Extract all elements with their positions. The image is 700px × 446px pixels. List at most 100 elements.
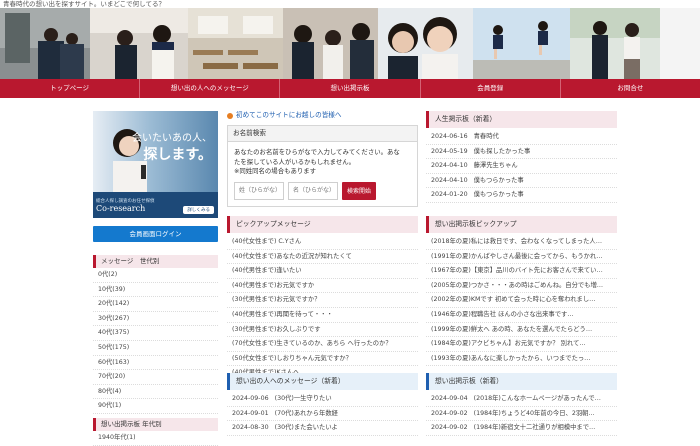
search-desc-line: ※同姓同名の場合もあります xyxy=(234,167,317,175)
item-title: (1984年)新宿文十二社通りが相模中まで… xyxy=(473,424,596,432)
recent-board-column: 人生掲示板（新着） 2024-06-16 青春時代 2024-05-19 僕も探した… xyxy=(426,111,617,203)
nav-register[interactable]: 会員登録 xyxy=(421,79,561,98)
banner-photo-classroom xyxy=(0,8,90,79)
pickup-board-list: (2018年の夏)私には救日です、会わなくなってしまった人… (1991年の夏)… xyxy=(426,235,617,367)
pickup-message-item[interactable]: (40代女性まで)あなたの近況が知れたくて xyxy=(227,250,418,265)
new-board-item[interactable]: 2024-09-02 (1984年)ちょうど40年前の今日、2羽朝… xyxy=(426,407,617,422)
nav-messages[interactable]: 想い出の人へのメッセージ xyxy=(140,79,281,98)
item-date: 2024-06-16 xyxy=(431,133,468,140)
pickup-message-item[interactable]: (30代男性まで)お元気ですか？ xyxy=(227,293,418,308)
pickup-message-item[interactable]: (50代女性まで)しおりちゃん元気ですか？ xyxy=(227,352,418,367)
ad-headline-1: 会いたいあの人、 xyxy=(132,133,212,144)
generation-item[interactable]: 10代(39) xyxy=(93,283,218,298)
item-title: (30代)一生守りたい xyxy=(274,395,332,402)
pickup-board-item[interactable]: (1946年の夏)程職告社 ほんの小さな出来事です… xyxy=(426,308,617,323)
search-desc-line: たを探している人がいるかもしれません。 xyxy=(234,157,356,166)
item-date: 2024-09-04 xyxy=(431,395,468,402)
new-board-item[interactable]: 2024-09-04 (2018年)こんなホームページがあったんで… xyxy=(426,392,617,407)
item-date: 2024-09-01 xyxy=(232,409,269,417)
pickup-board-item[interactable]: (1999年の夏)鮮太へ あの時、あなたを選んでたらどう… xyxy=(426,323,617,338)
pickup-message-item[interactable]: (40代男性まで)お元気ですか xyxy=(227,279,418,294)
ad-headline-2: 探します。 xyxy=(143,147,212,163)
new-message-item[interactable]: 2024-09-01 (70代)あれから年数経 xyxy=(227,407,418,422)
item-date: 2024-08-30 xyxy=(232,424,269,432)
pickup-board-item[interactable]: (1984年の夏)アクビちゃん】お元気ですか？ 別れて… xyxy=(426,337,617,352)
generation-item[interactable]: 80代(4) xyxy=(93,385,218,400)
name-search-box: お名前検索 あなたのお名前をひらがなで入力してみてください。あな たを探している… xyxy=(227,125,418,207)
pickup-message-item[interactable]: (70代女性まで)生きているのか、あちら へ行ったのか？ xyxy=(227,337,418,352)
banner-photo-group xyxy=(283,8,378,79)
generation-item[interactable]: 30代(267) xyxy=(93,312,218,327)
board-year-item[interactable]: 1940年代(1) xyxy=(93,431,218,446)
new-message-item[interactable]: 2024-09-06 (30代)一生守りたい xyxy=(227,392,418,407)
new-board-list: 2024-09-04 (2018年)こんなホームページがあったんで… 2024-0… xyxy=(426,392,617,436)
item-title: 藤澤先生ちゃん xyxy=(473,162,518,170)
new-messages-section: 想い出の人へのメッセージ（新着） 2024-09-06 (30代)一生守りたい 2… xyxy=(227,373,418,436)
pickup-message-item[interactable]: (40代女性まで) C.Yさん xyxy=(227,235,418,250)
generation-item[interactable]: 20代(142) xyxy=(93,297,218,312)
name-search-title: お名前検索 xyxy=(228,126,417,142)
item-title: (1984年)ちょうど40年前の今日、2羽朝… xyxy=(473,409,595,417)
nav-contact[interactable]: お問合せ xyxy=(561,79,700,98)
new-messages-title: 想い出の人へのメッセージ（新着） xyxy=(227,373,418,390)
pickup-board-item[interactable]: (1967年の夏)【東京】品川のバイト先にお客さんで来てい… xyxy=(426,264,617,279)
pickup-board-item[interactable]: (1991年の夏)かんばやしさん最後に会ってから、もうかれ… xyxy=(426,250,617,265)
ad-brand: Co-research xyxy=(96,204,146,213)
pickup-board-item[interactable]: (1993年の夏)あんなに楽しかったから、いつまでたっ… xyxy=(426,352,617,367)
new-message-item[interactable]: 2024-08-30 (30代)また会いたいよ xyxy=(227,421,418,436)
banner-photo-jumping xyxy=(473,8,570,79)
site-tagline: 青春時代の想い出を探すサイト。いまどこで何してる？ xyxy=(3,0,165,8)
new-board-title: 想い出掲示板（新着） xyxy=(426,373,617,390)
new-board-section: 想い出掲示板（新着） 2024-09-04 (2018年)こんなホームページがあっ… xyxy=(426,373,617,436)
item-title: 僕もつらかった事 xyxy=(473,191,524,199)
main-nav: トップページ 想い出の人へのメッセージ 想い出掲示板 会員登録 お問合せ xyxy=(0,79,700,98)
item-date: 2024-04-10 xyxy=(431,176,468,184)
first-name-input[interactable] xyxy=(288,181,338,200)
pickup-messages-title: ピックアップメッセージ xyxy=(227,216,418,233)
info-dot-icon xyxy=(227,112,233,119)
left-sidebar: 会いたいあの人、 探します。 総合人探し調査のお任せ探偵 Co-research… xyxy=(93,111,218,446)
generation-item[interactable]: 60代(163) xyxy=(93,356,218,371)
pickup-message-item[interactable]: (40代男性まで)逢いたい xyxy=(227,264,418,279)
new-board-item[interactable]: 2024-09-02 (1984年)新宿文十二社通りが相模中まで… xyxy=(426,421,617,436)
pickup-message-item[interactable]: (30代男性まで)お久しぶりです xyxy=(227,323,418,338)
recent-board-item[interactable]: 2024-01-20 僕もつらかった事 xyxy=(426,188,617,203)
recent-board-item[interactable]: 2024-04-10 僕もつらかった事 xyxy=(426,174,617,189)
center-column: 初めてこのサイトにお越しの皆様へ お名前検索 あなたのお名前をひらがなで入力して… xyxy=(227,111,418,207)
recent-board-item[interactable]: 2024-05-19 僕も探したかった事 xyxy=(426,145,617,160)
member-login-button[interactable]: 会員画面ログイン xyxy=(93,226,218,242)
ad-details-button[interactable]: 詳しくみる xyxy=(183,206,214,214)
pickup-messages-section: ピックアップメッセージ (40代女性まで) C.Yさん (40代女性まで)あなた… xyxy=(227,216,418,381)
generation-item[interactable]: 0代(2) xyxy=(93,268,218,283)
new-messages-list: 2024-09-06 (30代)一生守りたい 2024-09-01 (70代)あれか… xyxy=(227,392,418,436)
pickup-board-item[interactable]: (2005年の夏)つかさ・・・あの時はごめんね。自分でも増… xyxy=(426,279,617,294)
generation-item[interactable]: 40代(375) xyxy=(93,326,218,341)
item-date: 2024-09-02 xyxy=(431,409,468,417)
item-title: 僕もつらかった事 xyxy=(473,176,524,184)
pickup-board-item[interactable]: (2002年の夏)KMです 初めて会った時に心を奪われまし… xyxy=(426,293,617,308)
recent-board-list: 2024-06-16 青春時代 2024-05-19 僕も探したかった事 2024-… xyxy=(426,130,617,203)
last-name-input[interactable] xyxy=(234,181,284,200)
pickup-message-item[interactable]: (40代男性まで)再聞を待って・・・ xyxy=(227,308,418,323)
search-submit-button[interactable]: 検索開始 xyxy=(342,181,377,200)
name-search-form: 検索開始 xyxy=(228,177,417,206)
recent-board-item[interactable]: 2024-04-10 藤澤先生ちゃん xyxy=(426,159,617,174)
nav-board[interactable]: 想い出掲示板 xyxy=(280,79,421,98)
item-date: 2024-05-19 xyxy=(431,147,468,155)
ad-banner[interactable]: 会いたいあの人、 探します。 総合人探し調査のお任せ探偵 Co-research… xyxy=(93,111,218,218)
banner-photo-students xyxy=(90,8,188,79)
item-date: 2024-09-06 xyxy=(232,395,269,402)
first-visit-link[interactable]: 初めてこのサイトにお越しの皆様へ xyxy=(227,111,418,120)
generation-list: 0代(2) 10代(39) 20代(142) 30代(267) 40代(375)… xyxy=(93,268,218,414)
nav-top[interactable]: トップページ xyxy=(0,79,141,98)
item-date: 2024-01-20 xyxy=(431,191,468,199)
item-date: 2024-04-10 xyxy=(431,162,468,170)
item-title: 僕も探したかった事 xyxy=(473,147,531,155)
recent-board-item[interactable]: 2024-06-16 青春時代 xyxy=(426,130,617,145)
recent-board-title: 人生掲示板（新着） xyxy=(426,111,617,128)
generation-item[interactable]: 70代(20) xyxy=(93,370,218,385)
pickup-board-item[interactable]: (2018年の夏)私には救日です、会わなくなってしまった人… xyxy=(426,235,617,250)
generation-item[interactable]: 90代(1) xyxy=(93,399,218,414)
banner-photo-smiling xyxy=(378,8,473,79)
generation-item[interactable]: 50代(175) xyxy=(93,341,218,356)
